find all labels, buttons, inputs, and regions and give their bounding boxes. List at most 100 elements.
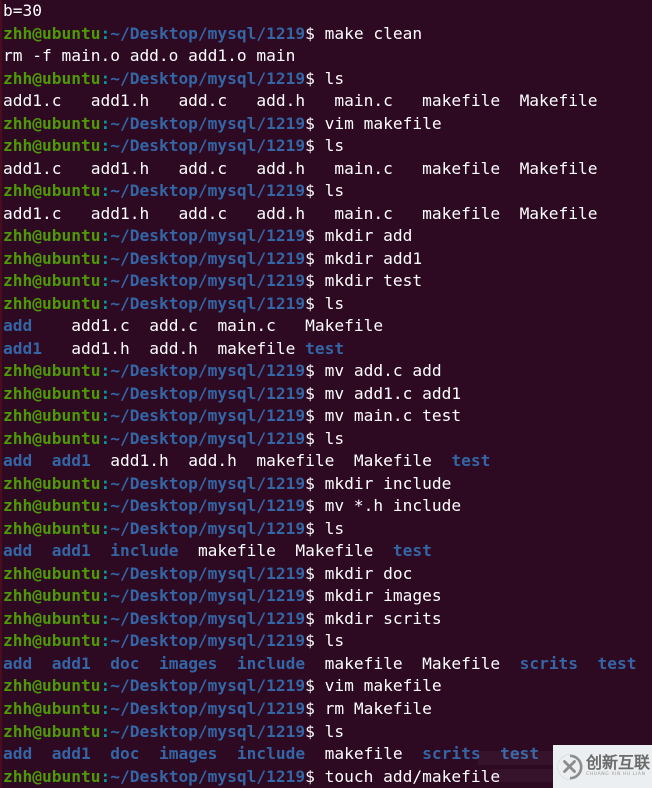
terminal-command-text: touch add/makefile bbox=[324, 766, 501, 786]
ls-entry-file: makefile bbox=[422, 158, 520, 178]
prompt-symbol: $ bbox=[305, 293, 325, 313]
prompt-user-host: zhh@ubuntu bbox=[3, 676, 101, 696]
prompt-user-host: zhh@ubuntu bbox=[3, 473, 101, 493]
prompt-path: ~/Desktop/mysql/1219 bbox=[110, 563, 306, 583]
ls-entry-directory: add1 bbox=[51, 744, 111, 764]
prompt-separator: : bbox=[100, 271, 111, 291]
ls-entry-file: makefile bbox=[256, 451, 354, 471]
ls-entry-file: makefile bbox=[324, 653, 423, 673]
ls-entry-file: add1.c bbox=[71, 316, 150, 336]
ls-entry-file: main.c bbox=[334, 91, 423, 111]
prompt-path: ~/Desktop/mysql/1219 bbox=[110, 23, 306, 43]
ls-entry-file: makefile bbox=[197, 541, 296, 561]
ls-entry-file: add.c bbox=[178, 91, 257, 111]
prompt-separator: : bbox=[100, 698, 111, 718]
ls-entry-file: Makefile bbox=[295, 541, 393, 561]
terminal-command-text: ls bbox=[324, 68, 345, 88]
terminal-prompt-line: zhh@ubuntu:~/Desktop/mysql/1219$ mv *.h … bbox=[3, 495, 652, 518]
prompt-symbol: $ bbox=[305, 721, 325, 741]
terminal-screen[interactable]: b=30 zhh@ubuntu:~/Desktop/mysql/1219$ mak… bbox=[2, 0, 652, 788]
terminal-command-text: ls bbox=[324, 428, 345, 448]
prompt-separator: : bbox=[100, 248, 111, 268]
ls-entry-file: add.c bbox=[178, 158, 257, 178]
terminal-ls-output-line: add1.c add1.h add.c add.h main.c makefil… bbox=[3, 203, 652, 226]
ls-entry-file: Makefile bbox=[519, 203, 598, 223]
prompt-user-host: zhh@ubuntu bbox=[3, 383, 101, 403]
prompt-symbol: $ bbox=[305, 676, 325, 696]
terminal-output-line: rm -f main.o add.o add1.o main bbox=[3, 45, 652, 68]
terminal-command-text: make clean bbox=[324, 23, 423, 43]
prompt-path: ~/Desktop/mysql/1219 bbox=[110, 496, 306, 516]
terminal-command-text: mv add.c add bbox=[324, 361, 442, 381]
ls-entry-directory: add bbox=[3, 451, 52, 471]
terminal-ls-output-line: add add1.c add.c main.c Makefile bbox=[3, 315, 652, 338]
ls-entry-directory: doc bbox=[110, 744, 159, 764]
terminal-prompt-line: zhh@ubuntu:~/Desktop/mysql/1219$ ls bbox=[3, 428, 652, 451]
prompt-path: ~/Desktop/mysql/1219 bbox=[110, 428, 306, 448]
terminal-ls-output-line: add add1 add1.h add.h makefile Makefile … bbox=[3, 450, 652, 473]
prompt-separator: : bbox=[100, 226, 111, 246]
prompt-symbol: $ bbox=[305, 68, 325, 88]
ls-entry-directory: add1 bbox=[3, 338, 72, 358]
prompt-symbol: $ bbox=[305, 406, 325, 426]
ls-entry-directory: test bbox=[392, 541, 432, 561]
terminal-window[interactable]: b=30 zhh@ubuntu:~/Desktop/mysql/1219$ mak… bbox=[0, 0, 652, 788]
prompt-user-host: zhh@ubuntu bbox=[3, 586, 101, 606]
prompt-symbol: $ bbox=[305, 248, 325, 268]
ls-entry-directory: test bbox=[305, 338, 345, 358]
prompt-separator: : bbox=[100, 631, 111, 651]
watermark-badge: 创新互联 CHUANG XIN HU LIAN bbox=[553, 745, 652, 788]
terminal-command-text: vim makefile bbox=[324, 676, 442, 696]
ls-entry-file: add1.c bbox=[3, 158, 91, 178]
terminal-prompt-line: zhh@ubuntu:~/Desktop/mysql/1219$ mkdir a… bbox=[3, 248, 652, 271]
prompt-user-host: zhh@ubuntu bbox=[3, 721, 101, 741]
watermark-circle-x-logo bbox=[557, 754, 583, 779]
terminal-command-text: mkdir test bbox=[324, 271, 423, 291]
terminal-prompt-line: zhh@ubuntu:~/Desktop/mysql/1219$ ls bbox=[3, 68, 652, 91]
terminal-prompt-line: zhh@ubuntu:~/Desktop/mysql/1219$ ls bbox=[3, 180, 652, 203]
prompt-separator: : bbox=[100, 68, 111, 88]
prompt-path: ~/Desktop/mysql/1219 bbox=[110, 361, 306, 381]
prompt-symbol: $ bbox=[305, 226, 325, 246]
terminal-command-text: rm Makefile bbox=[324, 698, 432, 718]
ls-entry-file: add1.h bbox=[71, 338, 150, 358]
terminal-command-text: ls bbox=[324, 518, 345, 538]
prompt-separator: : bbox=[100, 518, 111, 538]
prompt-path: ~/Desktop/mysql/1219 bbox=[110, 113, 306, 133]
ls-entry-file: Makefile bbox=[422, 653, 520, 673]
terminal-prompt-line: zhh@ubuntu:~/Desktop/mysql/1219$ rm Make… bbox=[3, 698, 652, 721]
ls-entry-directory: include bbox=[236, 653, 325, 673]
prompt-symbol: $ bbox=[305, 563, 325, 583]
prompt-user-host: zhh@ubuntu bbox=[3, 406, 101, 426]
terminal-prompt-line: zhh@ubuntu:~/Desktop/mysql/1219$ mkdir i… bbox=[3, 585, 652, 608]
prompt-user-host: zhh@ubuntu bbox=[3, 248, 101, 268]
terminal-command-text: ls bbox=[324, 181, 345, 201]
prompt-user-host: zhh@ubuntu bbox=[3, 226, 101, 246]
prompt-user-host: zhh@ubuntu bbox=[3, 293, 101, 313]
ls-entry-file: add1.c bbox=[3, 91, 91, 111]
prompt-path: ~/Desktop/mysql/1219 bbox=[110, 136, 306, 156]
ls-entry-file: add1.h bbox=[90, 158, 179, 178]
ls-entry-file: Makefile bbox=[519, 91, 598, 111]
ls-entry-directory: include bbox=[236, 744, 325, 764]
terminal-prompt-line: zhh@ubuntu:~/Desktop/mysql/1219$ mv add.… bbox=[3, 360, 652, 383]
ls-entry-file: Makefile bbox=[305, 316, 384, 336]
prompt-symbol: $ bbox=[305, 271, 325, 291]
prompt-symbol: $ bbox=[305, 113, 325, 133]
terminal-command-text: mkdir add bbox=[324, 226, 413, 246]
terminal-prompt-line: zhh@ubuntu:~/Desktop/mysql/1219$ mkdir i… bbox=[3, 473, 652, 496]
ls-entry-file: Makefile bbox=[353, 451, 452, 471]
terminal-prompt-line: zhh@ubuntu:~/Desktop/mysql/1219$ mkdir t… bbox=[3, 270, 652, 293]
terminal-output-text: rm -f main.o add.o add1.o main bbox=[3, 46, 296, 66]
terminal-prompt-line: zhh@ubuntu:~/Desktop/mysql/1219$ ls bbox=[3, 135, 652, 158]
ls-entry-file: add.c bbox=[149, 316, 218, 336]
terminal-command-text: mkdir images bbox=[324, 586, 442, 606]
terminal-command-text: mkdir doc bbox=[324, 563, 413, 583]
terminal-prompt-line: zhh@ubuntu:~/Desktop/mysql/1219$ mkdir s… bbox=[3, 608, 652, 631]
terminal-prompt-line: zhh@ubuntu:~/Desktop/mysql/1219$ mv main… bbox=[3, 405, 652, 428]
prompt-separator: : bbox=[100, 496, 111, 516]
prompt-user-host: zhh@ubuntu bbox=[3, 428, 101, 448]
prompt-user-host: zhh@ubuntu bbox=[3, 698, 101, 718]
prompt-symbol: $ bbox=[305, 428, 325, 448]
prompt-path: ~/Desktop/mysql/1219 bbox=[110, 721, 306, 741]
